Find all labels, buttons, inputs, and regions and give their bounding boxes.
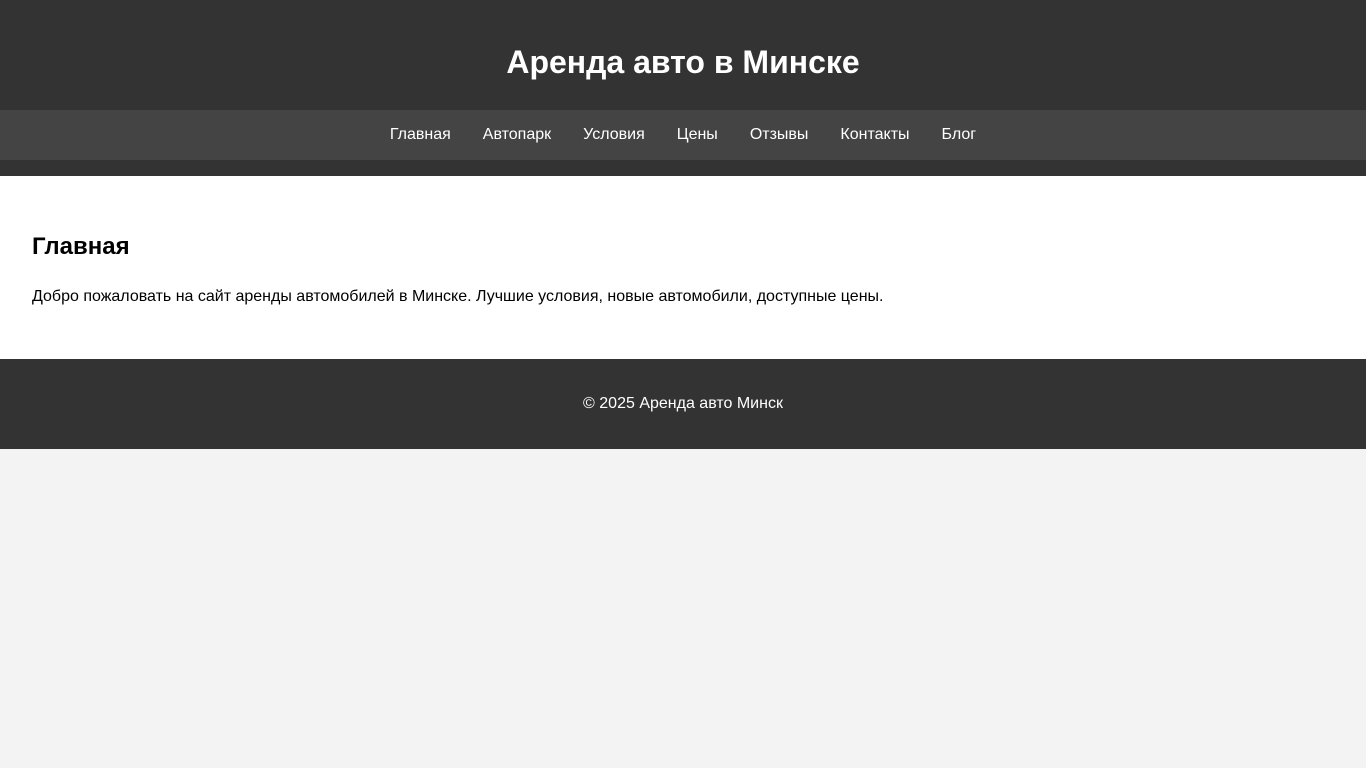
page-heading: Главная (32, 233, 130, 260)
footer-copyright: © 2025 Аренда авто Минск (583, 395, 783, 412)
site-header: Аренда авто в Минске Главная Автопарк Ус… (0, 0, 1366, 176)
nav-link-prices[interactable]: Цены (677, 110, 718, 160)
site-footer: © 2025 Аренда авто Минск (0, 359, 1366, 449)
nav-link-fleet[interactable]: Автопарк (483, 110, 551, 160)
site-title: Аренда авто в Минске (506, 44, 860, 80)
main-content: Главная Добро пожаловать на сайт аренды … (0, 176, 1366, 359)
main-nav: Главная Автопарк Условия Цены Отзывы Кон… (0, 110, 1366, 160)
nav-link-terms[interactable]: Условия (583, 110, 645, 160)
nav-link-blog[interactable]: Блог (942, 110, 977, 160)
nav-link-home[interactable]: Главная (390, 110, 451, 160)
nav-link-contacts[interactable]: Контакты (840, 110, 909, 160)
page-intro-text: Добро пожаловать на сайт аренды автомоби… (32, 288, 884, 305)
nav-link-reviews[interactable]: Отзывы (750, 110, 809, 160)
